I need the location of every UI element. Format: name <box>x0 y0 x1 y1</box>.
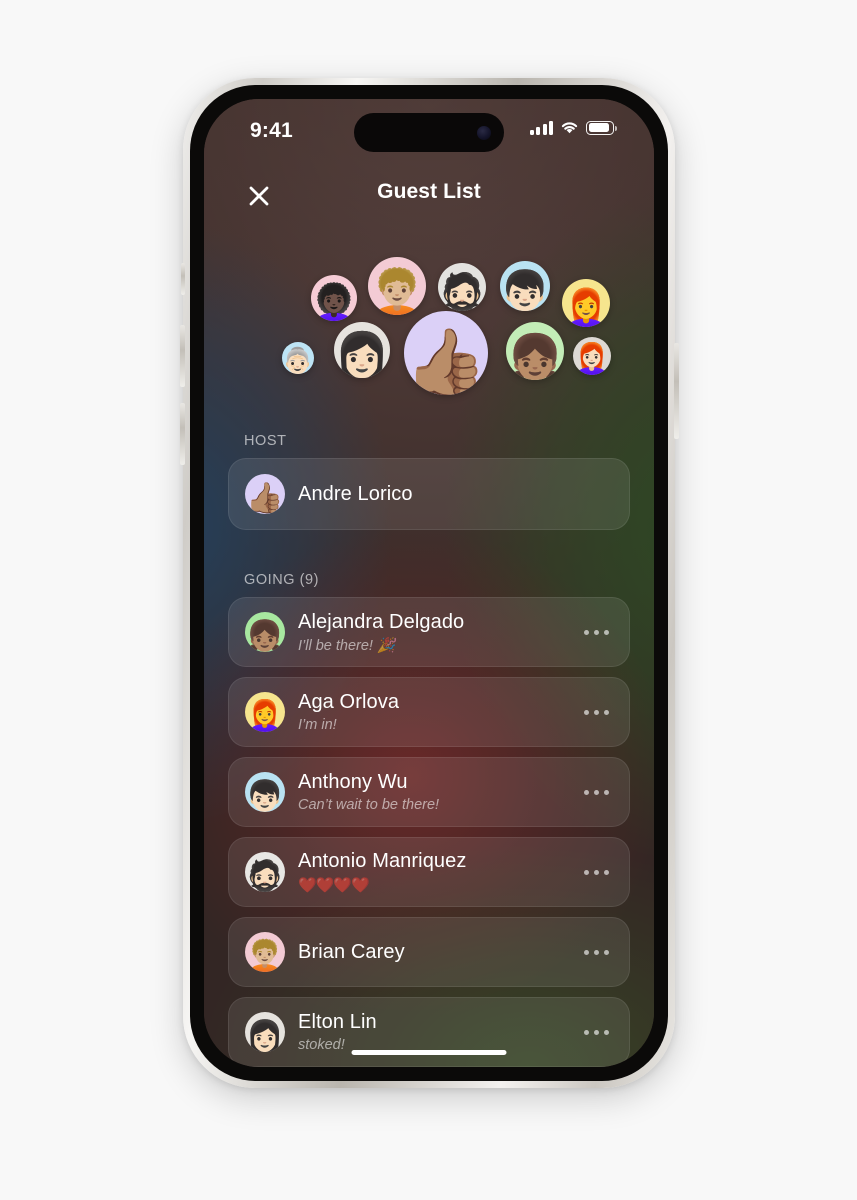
home-indicator[interactable] <box>351 1049 507 1055</box>
guest-row-text: Andre Lorico <box>298 483 613 506</box>
memoji-face: 🧑🏼‍🦱 <box>246 940 284 972</box>
status-bar-indicators <box>529 120 617 135</box>
memoji-blonde-bob[interactable]: 👩🏻 <box>334 322 390 378</box>
guest-name: Anthony Wu <box>298 771 408 793</box>
memoji-face: 👵🏻 <box>282 347 314 374</box>
memoji-face: 👦🏻 <box>500 270 550 311</box>
more-options-icon[interactable] <box>570 700 613 725</box>
memoji-white-hair-hearts[interactable]: 👵🏻 <box>282 342 314 374</box>
memoji-face: 👩🏻 <box>246 1020 284 1052</box>
more-options-icon[interactable] <box>570 1020 613 1045</box>
wifi-icon <box>560 120 579 135</box>
guest-row[interactable]: 🧑🏼‍🦱 Brian Carey <box>228 917 630 987</box>
memoji-face: 👧🏽 <box>506 332 564 380</box>
going-section-label: GOING (9) <box>244 572 320 588</box>
memoji-afro-star-glasses[interactable]: 👩🏿‍🦱 <box>311 275 357 321</box>
memoji-face: 👧🏽 <box>246 620 284 652</box>
guest-name: Elton Lin <box>298 1011 377 1033</box>
more-options-icon[interactable] <box>570 940 613 965</box>
memoji-long-hair-green[interactable]: 👧🏽 <box>506 322 564 380</box>
host-list: 👍🏽 Andre Lorico <box>228 458 630 530</box>
guest-row[interactable]: 👩‍🦰 Aga Orlova I’m in! <box>228 677 630 747</box>
guest-name: Andre Lorico <box>298 482 413 505</box>
guest-rsvp-note: ❤️❤️❤️❤️ <box>298 877 370 894</box>
guest-row[interactable]: 🧔🏻 Antonio Manriquez ❤️❤️❤️❤️ <box>228 837 630 907</box>
volume-up-button[interactable] <box>179 325 185 387</box>
host-section-label: HOST <box>244 433 287 449</box>
guest-row[interactable]: 👦🏻 Anthony Wu Can’t wait to be there! <box>228 757 630 827</box>
going-list: 👧🏽 Alejandra Delgado I’ll be there! 🎉 👩‍🦰 Ag… <box>228 597 630 1067</box>
memoji-blonde-bob: 👩🏻 <box>245 1012 285 1052</box>
guest-row[interactable]: 👩🏻 Elton Lin stoked! <box>228 997 630 1067</box>
guest-name: Alejandra Delgado <box>298 610 465 633</box>
memoji-face: 👩🏻 <box>334 331 390 378</box>
iphone-device-frame: 9:41 <box>179 78 679 1088</box>
power-button[interactable] <box>673 343 679 439</box>
guest-rsvp-note: I’ll be there! 🎉 <box>298 637 396 654</box>
memoji-curly-hearts: 🧑🏼‍🦱 <box>245 932 285 972</box>
memoji-face: 👩🏻‍🦰 <box>573 343 611 375</box>
memoji-face: 👍🏽 <box>404 325 488 395</box>
guest-name: Brian Carey <box>298 940 405 963</box>
memoji-host-thumbsup: 👍🏽 <box>245 474 285 514</box>
memoji-beanie-girl[interactable]: 👩🏻‍🦰 <box>573 337 611 375</box>
guest-rsvp-note: I’m in! <box>298 717 337 733</box>
memoji-red-jacket[interactable]: 👦🏻 <box>500 261 550 311</box>
guest-row-text: Antonio Manriquez ❤️❤️❤️❤️ <box>298 850 570 894</box>
memoji-face: 👍🏽 <box>246 482 284 514</box>
guest-row-text: Brian Carey <box>298 941 570 964</box>
guest-row-text: Alejandra Delgado I’ll be there! 🎉 <box>298 611 570 654</box>
memoji-face: 👩🏿‍🦱 <box>311 282 357 321</box>
memoji-face: 🧑🏼‍🦱 <box>368 267 426 315</box>
status-bar-clock: 9:41 <box>250 119 293 142</box>
guest-rsvp-note: Can’t wait to be there! <box>298 797 440 813</box>
memoji-pink-hair-hearts[interactable]: 👩‍🦰 <box>562 279 610 327</box>
guest-list-content[interactable]: HOST 👍🏽 Andre Lorico GOING (9) 👧🏽 Alejandr… <box>204 421 654 1067</box>
memoji-face: 👩‍🦰 <box>562 288 610 327</box>
guest-name: Antonio Manriquez <box>298 850 467 872</box>
guest-row-text: Elton Lin stoked! <box>298 1011 570 1053</box>
guest-row-text: Aga Orlova I’m in! <box>298 691 570 733</box>
memoji-face: 🧔🏻 <box>246 860 284 892</box>
memoji-glasses-beard[interactable]: 🧔🏻 <box>438 263 486 311</box>
dynamic-island <box>354 113 504 152</box>
screenshot-stage: 9:41 <box>0 0 857 1200</box>
navigation-bar: Guest List <box>204 171 654 219</box>
more-options-icon[interactable] <box>570 620 613 645</box>
memoji-glasses-beard: 🧔🏻 <box>245 852 285 892</box>
silent-switch-button[interactable] <box>180 263 185 295</box>
guest-row-text: Anthony Wu Can’t wait to be there! <box>298 771 570 813</box>
memoji-face: 👦🏻 <box>246 780 284 812</box>
signal-bars-icon <box>529 120 553 135</box>
device-bezel: 9:41 <box>190 85 668 1081</box>
battery-icon <box>586 120 617 135</box>
front-camera-icon <box>477 125 491 140</box>
status-bar: 9:41 <box>204 99 654 161</box>
more-options-icon[interactable] <box>570 780 613 805</box>
memoji-long-hair-green: 👧🏽 <box>245 612 285 652</box>
memoji-red-jacket: 👦🏻 <box>245 772 285 812</box>
volume-down-button[interactable] <box>179 403 185 465</box>
memoji-host-thumbsup[interactable]: 👍🏽 <box>404 311 488 395</box>
guest-row[interactable]: 👧🏽 Alejandra Delgado I’ll be there! 🎉 <box>228 597 630 667</box>
memoji-face: 🧔🏻 <box>438 272 486 311</box>
guest-name: Aga Orlova <box>298 691 400 713</box>
host-row[interactable]: 👍🏽 Andre Lorico <box>228 458 630 530</box>
more-options-icon[interactable] <box>570 860 613 885</box>
memoji-curly-hearts[interactable]: 🧑🏼‍🦱 <box>368 257 426 315</box>
memoji-pink-hair-hearts: 👩‍🦰 <box>245 692 285 732</box>
page-title: Guest List <box>377 180 481 203</box>
memoji-face: 👩‍🦰 <box>246 700 284 732</box>
phone-screen: 9:41 <box>204 99 654 1067</box>
attendee-avatar-cluster: 👩🏿‍🦱 🧑🏼‍🦱 🧔🏻 👦🏻 👩‍🦰 👵🏻 👩🏻 👍🏽 👧🏽 👩🏻‍🦰 <box>204 249 654 419</box>
